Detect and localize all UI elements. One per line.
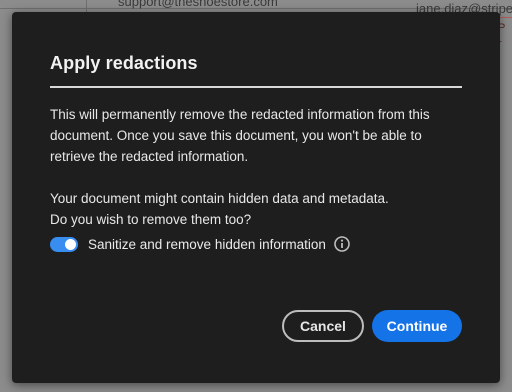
- redaction-warning-text: This will permanently remove the redacte…: [50, 107, 430, 164]
- apply-redactions-dialog: Apply redactions This will permanently r…: [12, 12, 500, 383]
- hidden-data-text: Your document might contain hidden data …: [50, 188, 470, 230]
- document-email-text: support@theshoestore.com: [118, 0, 278, 9]
- sanitize-toggle-row: Sanitize and remove hidden information: [50, 234, 350, 254]
- toggle-knob: [65, 238, 76, 250]
- sanitize-toggle-label: Sanitize and remove hidden information: [88, 236, 326, 252]
- title-divider: [50, 86, 462, 88]
- hidden-data-text-line1: Your document might contain hidden data …: [50, 191, 389, 206]
- continue-button[interactable]: Continue: [372, 310, 462, 342]
- info-circle-icon[interactable]: [334, 236, 350, 252]
- hidden-data-text-line2: Do you wish to remove them too?: [50, 212, 252, 227]
- dialog-title: Apply redactions: [50, 53, 198, 73]
- sanitize-toggle[interactable]: [50, 236, 78, 252]
- dialog-body: This will permanently remove the redacte…: [50, 104, 470, 230]
- cancel-button[interactable]: Cancel: [282, 310, 364, 342]
